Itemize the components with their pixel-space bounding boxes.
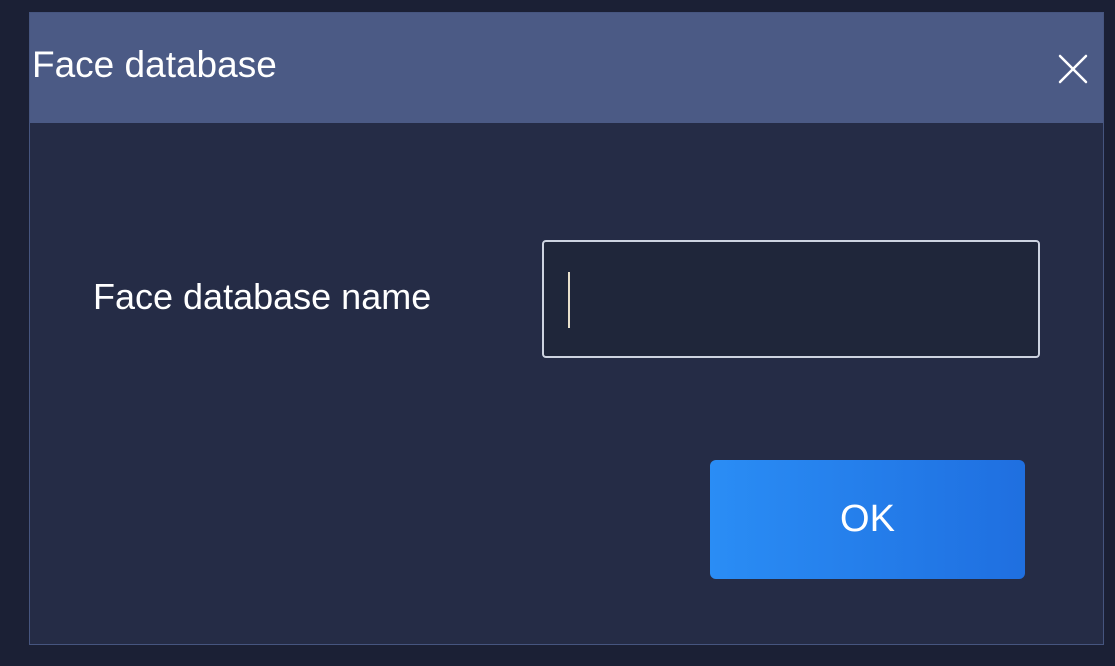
text-caret <box>568 272 570 328</box>
app-background: Face database Face database name OK <box>0 0 1115 666</box>
ok-button[interactable]: OK <box>710 460 1025 579</box>
face-database-dialog: Face database Face database name OK <box>29 12 1104 645</box>
face-database-name-input[interactable] <box>542 240 1040 358</box>
close-icon[interactable] <box>1057 53 1089 85</box>
dialog-title: Face database <box>32 44 277 85</box>
face-database-name-label: Face database name <box>93 276 432 317</box>
dialog-titlebar: Face database <box>30 13 1103 123</box>
